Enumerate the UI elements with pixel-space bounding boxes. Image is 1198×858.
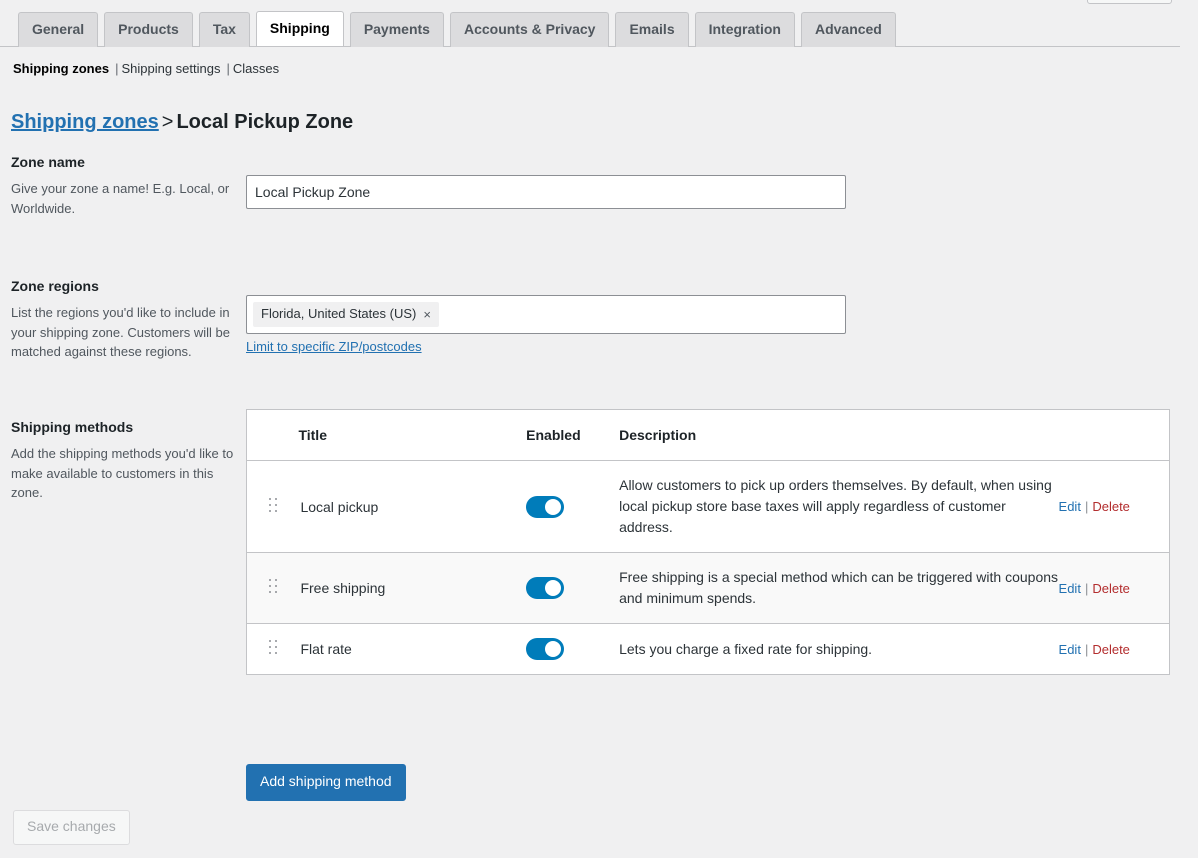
shipping-methods-description: Add the shipping methods you'd like to m… [11,446,234,500]
column-header-description: Description [619,409,1059,461]
column-header-actions [1058,409,1170,461]
table-head: Title Enabled Description [246,409,1170,461]
shipping-methods-table: Title Enabled Description Local pickup Al… [246,409,1170,675]
zone-regions-description: List the regions you'd like to include i… [11,305,230,359]
subnav-item-shipping-settings[interactable]: Shipping settings [121,56,220,82]
method-title: Flat rate [300,641,352,657]
drag-handle-cell [247,624,299,675]
drag-handle-cell [246,460,299,553]
method-enabled-toggle[interactable] [526,577,565,599]
table-body: Local pickup Allow customers to pick up o… [246,460,1170,675]
method-description: Free shipping is a special method which … [619,552,1059,624]
tab-shipping[interactable]: Shipping [255,11,344,47]
breadcrumb-current-zone: Local Pickup Zone [176,110,354,133]
region-chip-label: Florida, United States (US) [261,306,417,321]
subnav-item-shipping-zones: Shipping zones [13,61,110,76]
breadcrumb-shipping-zones-link[interactable]: Shipping zones [11,111,159,133]
method-enabled-cell [526,460,620,553]
method-title: Local pickup [300,498,379,515]
breadcrumb-arrow: > [161,110,174,133]
zone-name-label-group: Zone name Give your zone a name! E.g. Lo… [11,154,236,218]
table-row: Free shipping Free shipping is a special … [246,552,1170,624]
shipping-methods-title: Shipping methods [11,419,134,435]
tab-integration[interactable]: Integration [694,12,795,47]
method-enabled-cell [526,552,620,624]
delete-method-link[interactable]: Delete [1092,642,1130,657]
zone-regions-select[interactable]: Florida, United States (US) × [246,295,846,335]
tab-tax[interactable]: Tax [198,12,250,47]
limit-zip-postcodes-link[interactable]: Limit to specific ZIP/postcodes [246,339,422,354]
tab-payments[interactable]: Payments [349,12,444,47]
drag-handle-icon[interactable] [269,640,278,655]
edit-method-link[interactable]: Edit [1059,581,1081,596]
toggle-knob [545,641,562,657]
settings-tab-bar: General Products Tax Shipping Payments Accoun… [0,0,1180,47]
subnav-separator: | [115,61,119,76]
tab-products[interactable]: Products [104,12,193,47]
save-changes-button: Save changes [13,810,130,845]
action-separator: | [1084,641,1089,657]
zone-name-input[interactable] [246,175,846,209]
method-enabled-toggle[interactable] [526,638,565,660]
method-actions-cell: Edit | Delete [1058,552,1170,624]
zone-name-description: Give your zone a name! E.g. Local, or Wo… [11,181,230,216]
method-actions-cell: Edit | Delete [1059,624,1170,675]
column-header-title: Title [298,409,527,461]
tab-advanced[interactable]: Advanced [800,12,896,47]
shipping-methods-label-group: Shipping methods Add the shipping method… [11,419,236,503]
method-actions-cell: Edit | Delete [1058,460,1170,553]
region-chip[interactable]: Florida, United States (US) × [253,302,439,328]
edit-method-link[interactable]: Edit [1059,499,1081,514]
column-header-handle [246,409,299,461]
method-description: Allow customers to pick up orders themse… [619,460,1059,553]
column-header-enabled: Enabled [526,409,620,461]
delete-method-link[interactable]: Delete [1092,499,1130,514]
table-row: Flat rate Lets you charge a fixed rate fo… [247,624,1170,675]
zone-name-title: Zone name [11,154,85,170]
method-title-cell: Free shipping [298,552,527,624]
drag-handle-cell [246,552,299,624]
table-header-row: Title Enabled Description [246,409,1170,461]
delete-method-link[interactable]: Delete [1092,581,1130,596]
tab-emails[interactable]: Emails [615,12,689,47]
method-title-cell: Local pickup [298,460,527,553]
method-description: Lets you charge a fixed rate for shippin… [619,640,873,657]
toggle-knob [545,580,562,596]
method-enabled-toggle[interactable] [526,495,565,518]
toggle-knob [545,498,562,515]
zone-regions-label-group: Zone regions List the regions you'd like… [11,278,236,362]
zone-regions-title: Zone regions [11,278,99,294]
breadcrumb: Shipping zones > Local Pickup Zone [11,109,353,135]
method-title: Free shipping [300,580,386,596]
action-separator: | [1084,580,1089,596]
method-title-cell: Flat rate [298,624,526,675]
table-row: Local pickup Allow customers to pick up o… [246,460,1170,553]
shipping-subnav: Shipping zones | Shipping settings | Classes [13,56,279,82]
drag-handle-icon[interactable] [269,579,278,594]
drag-handle-icon[interactable] [269,497,278,513]
edit-method-link[interactable]: Edit [1059,642,1081,657]
tab-general[interactable]: General [18,12,99,47]
action-separator: | [1084,499,1089,514]
tab-accounts-privacy[interactable]: Accounts & Privacy [449,12,610,47]
region-chip-remove-icon[interactable]: × [423,308,431,321]
subnav-separator: | [226,61,230,76]
subnav-item-classes[interactable]: Classes [233,56,279,82]
method-enabled-cell [526,624,619,675]
add-shipping-method-button[interactable]: Add shipping method [246,764,406,801]
